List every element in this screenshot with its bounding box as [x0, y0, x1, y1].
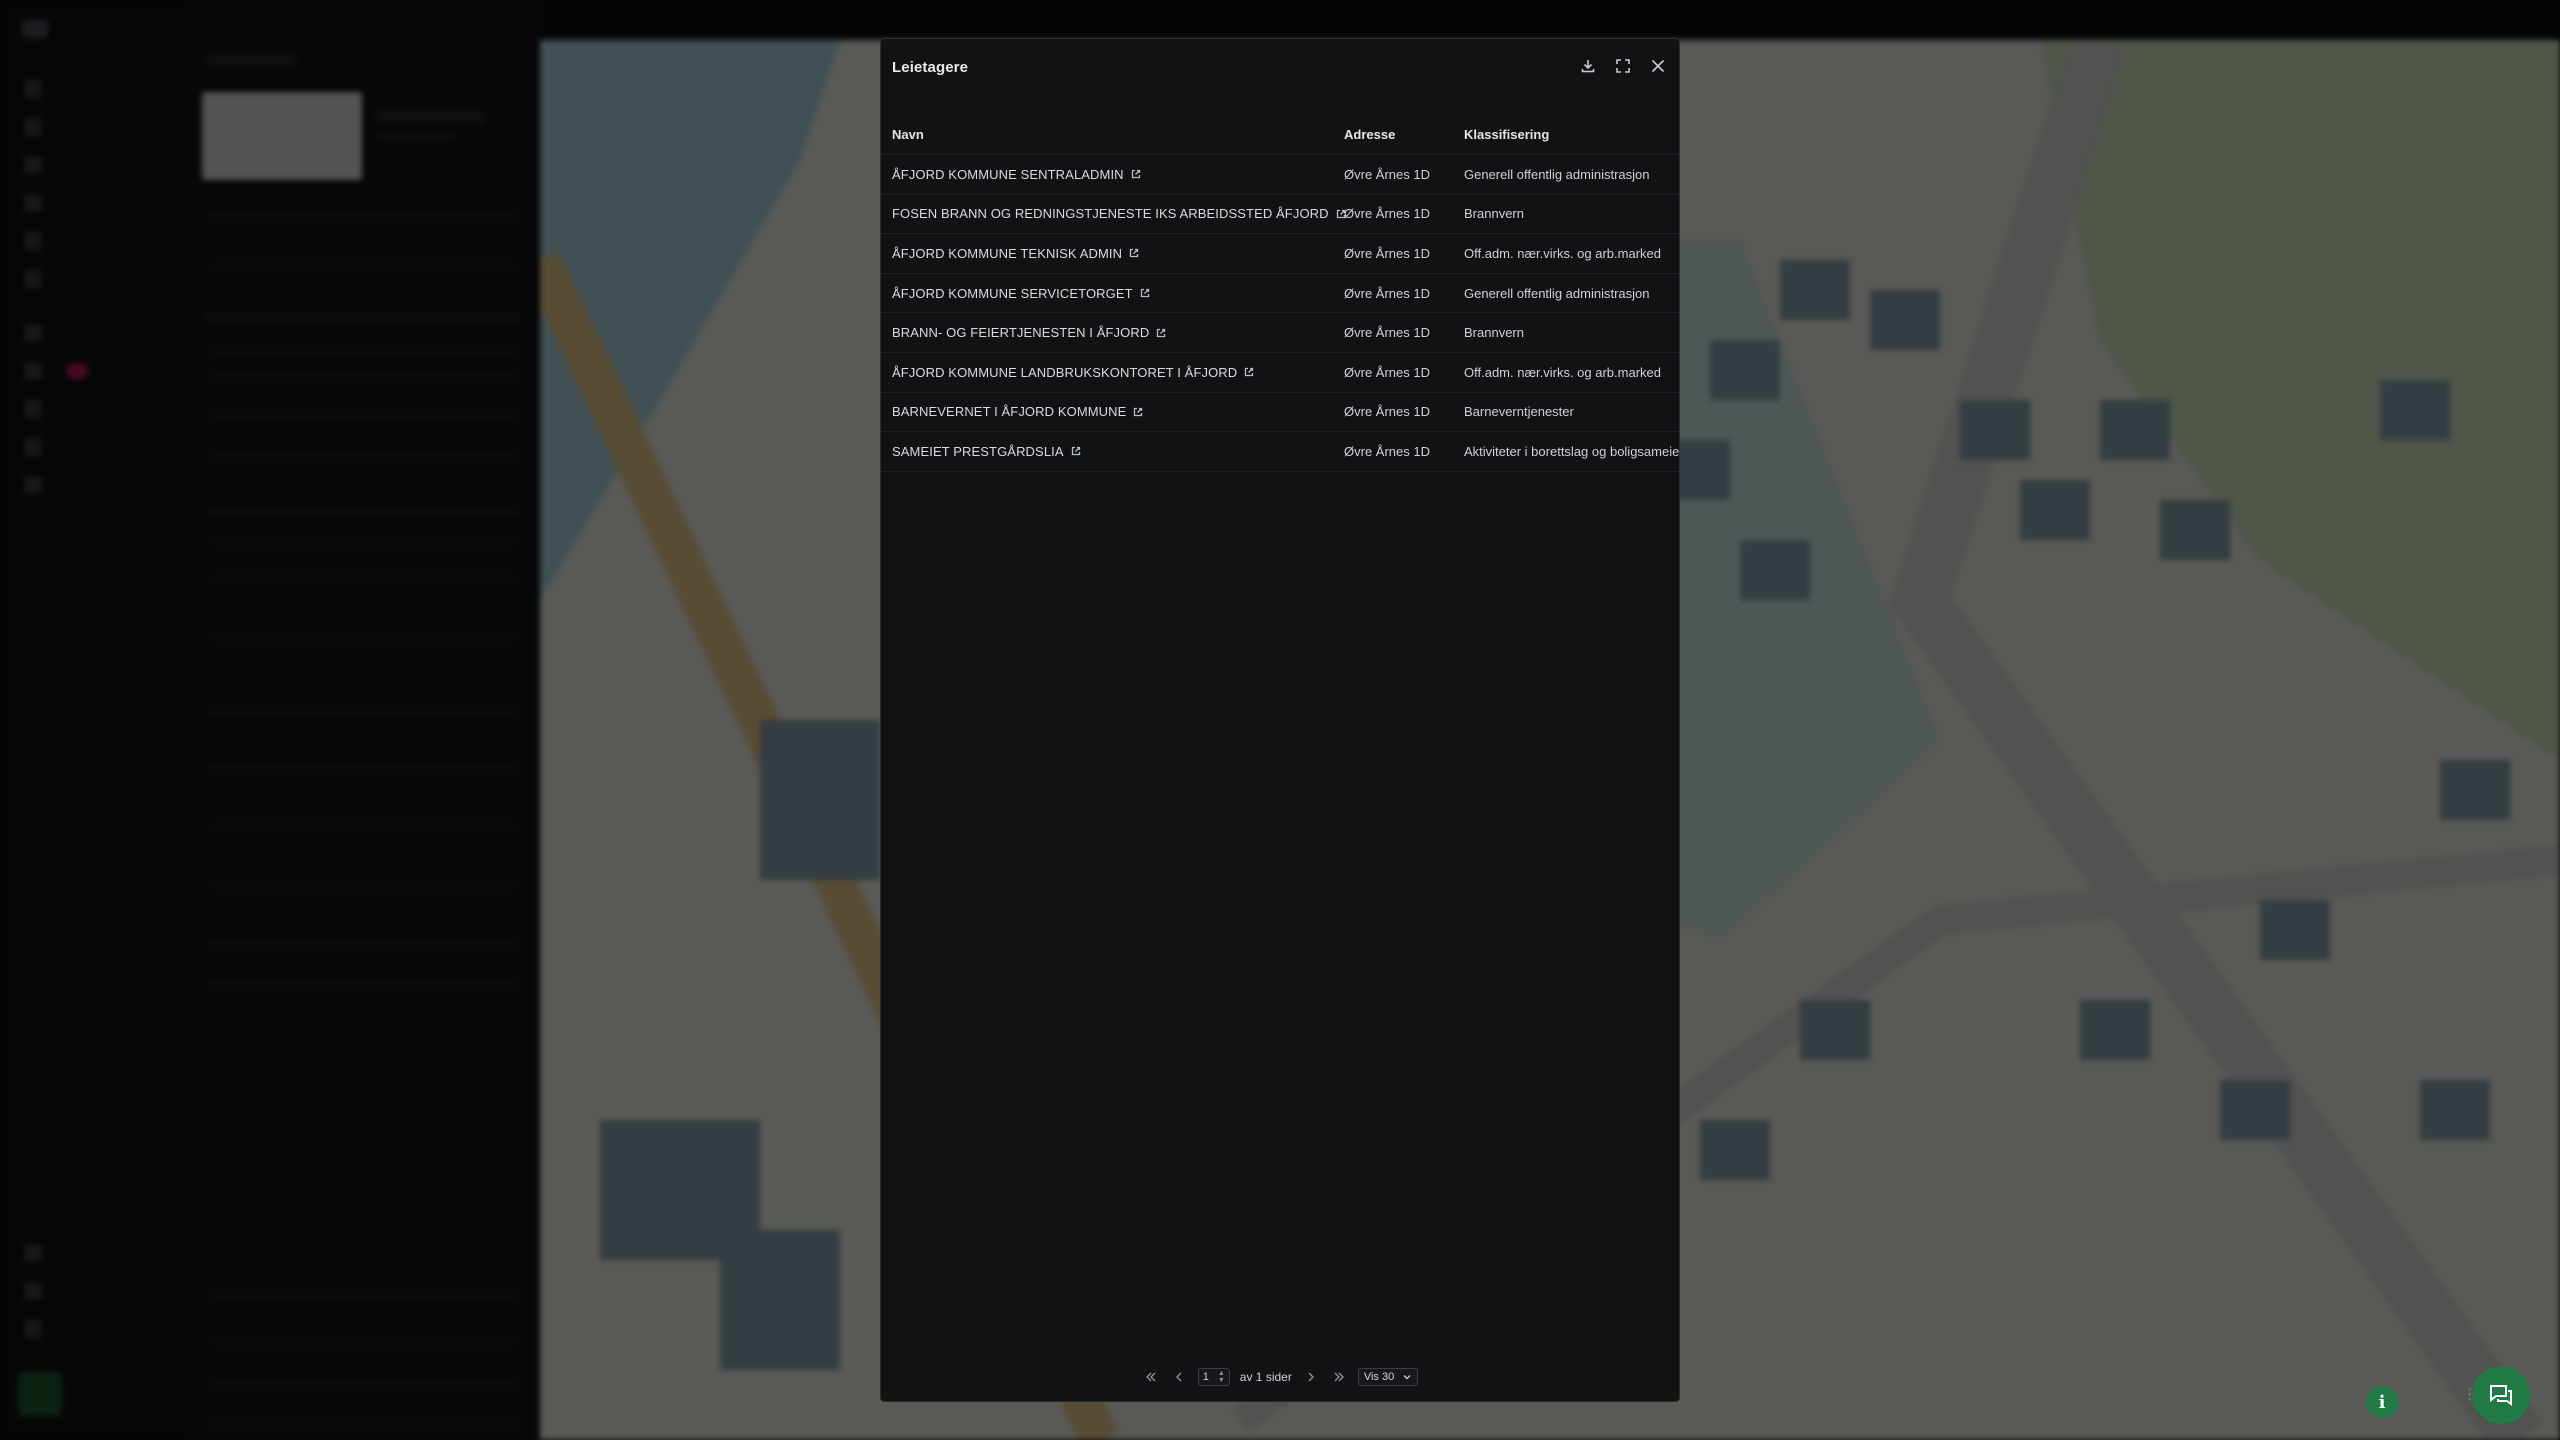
tenant-name: ÅFJORD KOMMUNE LANDBRUKSKONTORET I ÅFJOR…: [892, 364, 1238, 380]
table-row[interactable]: FOSEN BRANN OG REDNINGSTJENESTE IKS ARBE…: [881, 195, 1679, 235]
modal-title: Leietagere: [892, 59, 969, 76]
tenant-name-link[interactable]: ÅFJORD KOMMUNE TEKNISK ADMIN: [892, 234, 1139, 273]
expand-button[interactable]: [1608, 51, 1638, 81]
close-icon: [1651, 59, 1665, 73]
column-header-address[interactable]: Adresse: [1344, 115, 1395, 154]
stepper-icon: ▲ ▼: [1217, 1370, 1225, 1384]
table-row[interactable]: ÅFJORD KOMMUNE SERVICETORGET Øvre Årnes …: [881, 274, 1679, 314]
tenant-name-link[interactable]: FOSEN BRANN OG REDNINGSTJENESTE IKS ARBE…: [892, 195, 1346, 234]
prev-page-button[interactable]: [1170, 1368, 1188, 1386]
tenant-address: Øvre Årnes 1D: [1344, 245, 1430, 261]
table-row[interactable]: BARNEVERNET I ÅFJORD KOMMUNE Øvre Årnes …: [881, 393, 1679, 433]
table-row[interactable]: ÅFJORD KOMMUNE SENTRALADMIN Øvre Årnes 1…: [881, 155, 1679, 195]
external-link-icon[interactable]: [1133, 407, 1143, 417]
tenant-classification: Brannvern: [1464, 325, 1524, 341]
chevron-down-icon: [1403, 1375, 1411, 1380]
tenant-name-link[interactable]: ÅFJORD KOMMUNE SERVICETORGET: [892, 274, 1150, 313]
external-link-icon[interactable]: [1071, 446, 1081, 456]
tenant-name-link[interactable]: ÅFJORD KOMMUNE SENTRALADMIN: [892, 155, 1141, 194]
tenant-address: Øvre Årnes 1D: [1344, 206, 1430, 222]
table-row[interactable]: BRANN- OG FEIERTJENESTEN I ÅFJORD Øvre Å…: [881, 313, 1679, 353]
tenant-classification: Generell offentlig administrasjon: [1464, 166, 1650, 182]
last-page-button[interactable]: [1330, 1368, 1348, 1386]
tenant-name: ÅFJORD KOMMUNE SERVICETORGET: [892, 285, 1133, 301]
close-button[interactable]: [1643, 51, 1673, 81]
tenant-classification: Barneverntjenester: [1464, 404, 1574, 420]
tenant-classification: Aktiviteter i borettslag og boligsameier: [1464, 443, 1680, 459]
tenant-name: BARNEVERNET I ÅFJORD KOMMUNE: [892, 404, 1127, 420]
table-row[interactable]: SAMEIET PRESTGÅRDSLIA Øvre Årnes 1D Akti…: [881, 432, 1679, 472]
tenant-name-link[interactable]: SAMEIET PRESTGÅRDSLIA: [892, 432, 1081, 471]
tenant-name: FOSEN BRANN OG REDNINGSTJENESTE IKS ARBE…: [892, 206, 1329, 222]
chat-button[interactable]: [2472, 1366, 2530, 1424]
tenant-classification: Generell offentlig administrasjon: [1464, 285, 1650, 301]
external-link-icon[interactable]: [1244, 367, 1254, 377]
tenant-name: BRANN- OG FEIERTJENESTEN I ÅFJORD: [892, 325, 1150, 341]
table-row[interactable]: ÅFJORD KOMMUNE LANDBRUKSKONTORET I ÅFJOR…: [881, 353, 1679, 393]
first-page-button[interactable]: [1142, 1368, 1160, 1386]
pagination: 1 ▲ ▼ av 1 sider Vis 30: [881, 1365, 1679, 1389]
download-icon: [1581, 60, 1595, 73]
tenant-classification: Brannvern: [1464, 206, 1524, 222]
tenant-name: SAMEIET PRESTGÅRDSLIA: [892, 443, 1064, 459]
page-size-value: Vis 30: [1363, 1371, 1395, 1383]
expand-icon: [1616, 59, 1630, 73]
tenant-name-link[interactable]: ÅFJORD KOMMUNE LANDBRUKSKONTORET I ÅFJOR…: [892, 353, 1254, 392]
info-button[interactable]: i: [2366, 1386, 2398, 1418]
tenant-address: Øvre Årnes 1D: [1344, 364, 1430, 380]
last-page-icon: [1334, 1372, 1344, 1382]
column-header-name[interactable]: Navn: [892, 115, 924, 154]
table-body: ÅFJORD KOMMUNE SENTRALADMIN Øvre Årnes 1…: [881, 155, 1679, 472]
tenant-address: Øvre Årnes 1D: [1344, 325, 1430, 341]
column-header-classification[interactable]: Klassifisering: [1464, 115, 1549, 154]
tenant-classification: Off.adm. nær.virks. og arb.marked: [1464, 245, 1661, 261]
tenant-name-link[interactable]: BARNEVERNET I ÅFJORD KOMMUNE: [892, 393, 1143, 432]
external-link-icon[interactable]: [1129, 248, 1139, 258]
tenants-modal: Leietagere Navn Adresse Klassifisering Å…: [880, 38, 1680, 1402]
info-icon: i: [2378, 1391, 2386, 1413]
tenant-address: Øvre Årnes 1D: [1344, 404, 1430, 420]
first-page-icon: [1145, 1372, 1156, 1382]
table-row[interactable]: ÅFJORD KOMMUNE TEKNISK ADMIN Øvre Årnes …: [881, 234, 1679, 274]
prev-page-icon: [1175, 1372, 1182, 1382]
table-header: Navn Adresse Klassifisering: [881, 115, 1679, 155]
external-link-icon[interactable]: [1131, 169, 1141, 179]
page-number-value: 1: [1202, 1371, 1209, 1383]
tenant-name: ÅFJORD KOMMUNE TEKNISK ADMIN: [892, 245, 1123, 261]
tenant-name-link[interactable]: BRANN- OG FEIERTJENESTEN I ÅFJORD: [892, 313, 1166, 352]
page-size-select[interactable]: Vis 30: [1357, 1368, 1419, 1386]
chat-icon: [2490, 1385, 2512, 1406]
tenants-table: Navn Adresse Klassifisering ÅFJORD KOMMU…: [881, 115, 1679, 472]
tenant-address: Øvre Årnes 1D: [1344, 443, 1430, 459]
tenant-classification: Off.adm. nær.virks. og arb.marked: [1464, 364, 1661, 380]
external-link-icon[interactable]: [1156, 328, 1166, 338]
page-count-label: av 1 sider: [1239, 1370, 1292, 1384]
download-button[interactable]: [1573, 51, 1603, 81]
tenant-address: Øvre Årnes 1D: [1344, 166, 1430, 182]
tenant-address: Øvre Årnes 1D: [1344, 285, 1430, 301]
page-number-input[interactable]: 1 ▲ ▼: [1197, 1368, 1230, 1386]
external-link-icon[interactable]: [1140, 288, 1150, 298]
tenant-name: ÅFJORD KOMMUNE SENTRALADMIN: [892, 166, 1124, 182]
next-page-icon: [1308, 1372, 1314, 1382]
next-page-button[interactable]: [1302, 1368, 1320, 1386]
